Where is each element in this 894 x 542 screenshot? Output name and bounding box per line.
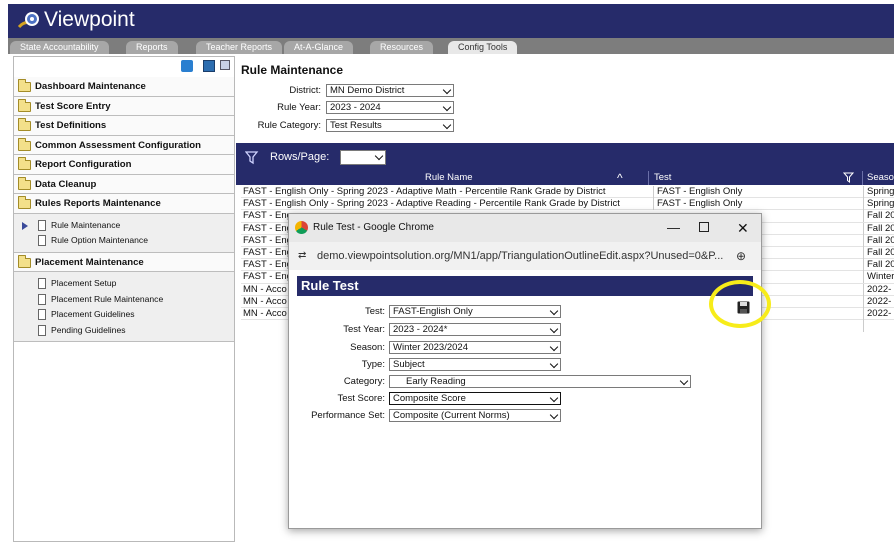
- logo[interactable]: Viewpoint: [18, 8, 135, 32]
- test-select[interactable]: FAST-English Only: [389, 305, 561, 318]
- popup-url: demo.viewpointsolution.org/MN1/app/Trian…: [317, 250, 724, 262]
- popup-address-bar[interactable]: ⇄ demo.viewpointsolution.org/MN1/app/Tri…: [289, 242, 761, 270]
- tab-config-tools[interactable]: Config Tools: [448, 41, 518, 54]
- tab-reports[interactable]: Reports: [126, 41, 178, 54]
- chevron-down-icon: [549, 306, 559, 316]
- rule-test-heading: Rule Test: [297, 276, 753, 296]
- type-select[interactable]: Subject: [389, 358, 561, 371]
- site-settings-icon[interactable]: ⇄: [298, 242, 306, 270]
- sidebar-item-placement-setup[interactable]: Placement Setup: [14, 276, 234, 292]
- grid-icon[interactable]: [220, 60, 230, 70]
- sidebar-section-test-definitions[interactable]: Test Definitions: [14, 116, 234, 136]
- chevron-down-icon: [442, 120, 452, 130]
- table-row[interactable]: FAST - English Only - Spring 2023 - Adap…: [241, 198, 894, 211]
- chevron-down-icon: [442, 85, 452, 95]
- page-title: Rule Maintenance: [241, 63, 344, 77]
- app-window: Viewpoint State Accountability Reports T…: [0, 0, 894, 542]
- tab-teacher-reports[interactable]: Teacher Reports: [196, 41, 283, 54]
- folder-icon: [18, 118, 31, 131]
- sidebar-section-data-cleanup[interactable]: Data Cleanup: [14, 174, 234, 194]
- folder-icon: [18, 79, 31, 92]
- grid-header: Rule Name ^ Test Seaso: [236, 171, 894, 185]
- rules-items: Rule Maintenance Rule Option Maintenance: [14, 213, 234, 253]
- folder-icon: [18, 137, 31, 151]
- document-icon: [38, 278, 46, 289]
- chevron-down-icon: [549, 324, 559, 334]
- sidebar-item-rule-option-maintenance[interactable]: Rule Option Maintenance: [14, 233, 234, 249]
- sidebar: Dashboard Maintenance Test Score Entry T…: [13, 56, 235, 542]
- folder-tree-icon[interactable]: [203, 60, 215, 72]
- chevron-down-icon: [549, 359, 559, 369]
- folder-icon: [18, 157, 31, 170]
- column-filter-icon[interactable]: [843, 172, 854, 183]
- chevron-down-icon: [679, 376, 689, 386]
- rule-test-popup: Rule Test - Google Chrome — ✕ ⇄ demo.vie…: [288, 213, 762, 529]
- table-row[interactable]: FAST - English Only - Spring 2023 - Adap…: [241, 186, 894, 199]
- filter-icon[interactable]: [245, 151, 259, 165]
- rows-per-page-select[interactable]: 100: [340, 150, 386, 165]
- folder-icon: [18, 176, 31, 190]
- chevron-down-icon: [549, 342, 559, 352]
- column-divider: [862, 171, 863, 185]
- sidebar-section-common-assessment[interactable]: Common Assessment Configuration: [14, 135, 234, 155]
- sidebar-item-placement-rule-maintenance[interactable]: Placement Rule Maintenance: [14, 291, 234, 307]
- sidebar-item-pending-guidelines[interactable]: Pending Guidelines: [14, 322, 234, 338]
- main-tab-bar: State Accountability Reports Teacher Rep…: [8, 38, 894, 54]
- minimize-icon[interactable]: —: [667, 214, 680, 242]
- chevron-down-icon: [374, 151, 384, 161]
- highlight-circle: [709, 280, 771, 328]
- popup-window-title: Rule Test - Google Chrome: [313, 222, 434, 233]
- sidebar-section-test-score-entry[interactable]: Test Score Entry: [14, 96, 234, 116]
- document-icon: [38, 219, 46, 231]
- info-icon[interactable]: [181, 60, 193, 72]
- column-test[interactable]: Test: [654, 172, 671, 183]
- column-rule-name[interactable]: Rule Name: [425, 172, 473, 183]
- sort-ascending-icon[interactable]: ^: [617, 171, 623, 185]
- performance-set-select[interactable]: Composite (Current Norms): [389, 409, 561, 422]
- viewpoint-logo-icon: [18, 12, 39, 29]
- chevron-down-icon: [549, 410, 559, 420]
- category-select[interactable]: Early Reading: [389, 375, 691, 388]
- rows-per-page-label: Rows/Page:: [270, 151, 330, 163]
- document-icon: [38, 235, 46, 246]
- folder-icon: [18, 98, 31, 112]
- column-divider: [648, 171, 649, 185]
- open-folder-icon: [18, 196, 31, 209]
- test-score-select[interactable]: Composite Score: [389, 392, 561, 405]
- tab-state-accountability[interactable]: State Accountability: [10, 41, 109, 54]
- document-icon: [38, 293, 46, 305]
- district-select[interactable]: MN Demo District: [326, 84, 454, 97]
- placement-items: Placement Setup Placement Rule Maintenan…: [14, 272, 234, 342]
- sidebar-section-placement-maintenance[interactable]: Placement Maintenance: [14, 252, 234, 272]
- app-title: Viewpoint: [44, 8, 135, 31]
- document-icon: [38, 309, 46, 320]
- sidebar-item-rule-maintenance[interactable]: Rule Maintenance: [14, 217, 234, 233]
- chevron-down-icon: [549, 393, 559, 403]
- maximize-icon[interactable]: [699, 222, 709, 232]
- popup-titlebar: Rule Test - Google Chrome — ✕: [289, 214, 761, 242]
- sidebar-section-report-configuration[interactable]: Report Configuration: [14, 155, 234, 175]
- season-select[interactable]: Winter 2023/2024: [389, 341, 561, 354]
- rule-category-select[interactable]: Test Results: [326, 119, 454, 132]
- sidebar-section-rules-reports-maintenance[interactable]: Rules Reports Maintenance: [14, 194, 234, 214]
- rule-year-select[interactable]: 2023 - 2024: [326, 101, 454, 114]
- sidebar-toolbar: [14, 57, 234, 77]
- chevron-down-icon: [442, 102, 452, 112]
- sidebar-section-dashboard-maintenance[interactable]: Dashboard Maintenance: [14, 77, 234, 97]
- grid-toolbar: Rows/Page: 100: [236, 143, 894, 171]
- open-folder-icon: [18, 254, 31, 268]
- chrome-icon: [295, 221, 308, 234]
- document-icon: [38, 324, 46, 336]
- test-year-select[interactable]: 2023 - 2024*: [389, 323, 561, 336]
- sidebar-item-placement-guidelines[interactable]: Placement Guidelines: [14, 307, 234, 323]
- tab-resources[interactable]: Resources: [370, 41, 434, 54]
- close-icon[interactable]: ✕: [737, 214, 749, 242]
- tab-at-a-glance[interactable]: At-A-Glance: [284, 41, 354, 54]
- current-arrow-icon: [22, 221, 28, 230]
- column-season[interactable]: Seaso: [867, 172, 894, 183]
- app-header: Viewpoint: [8, 4, 894, 38]
- zoom-icon[interactable]: ⊕: [736, 242, 746, 270]
